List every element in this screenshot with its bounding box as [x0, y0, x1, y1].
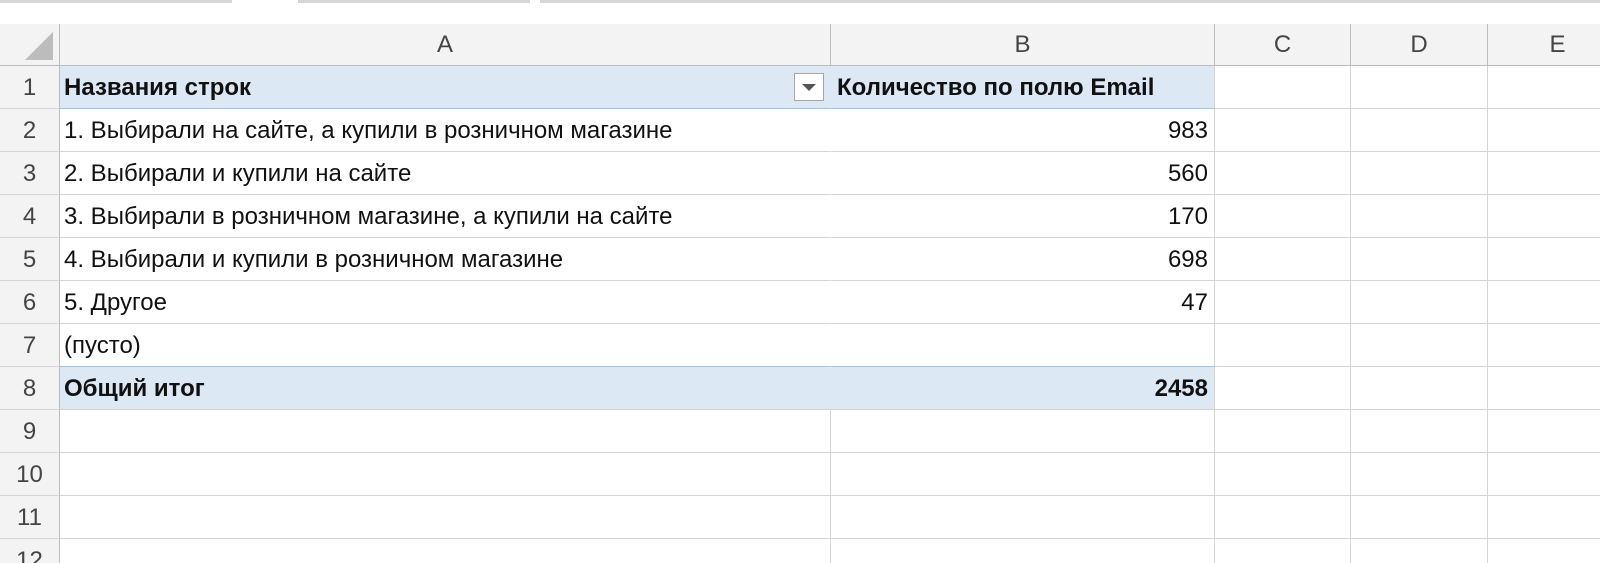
cell-d7[interactable]: [1351, 324, 1488, 367]
cell-a9[interactable]: [60, 410, 831, 453]
cell-c11[interactable]: [1215, 496, 1351, 539]
cell-d10[interactable]: [1351, 453, 1488, 496]
pivot-item-value[interactable]: 47: [831, 281, 1215, 324]
column-header-c[interactable]: C: [1215, 24, 1351, 65]
cell-c1[interactable]: [1215, 66, 1351, 109]
select-all-icon: [25, 32, 53, 60]
column-header-b[interactable]: B: [831, 24, 1215, 65]
pivot-item-label[interactable]: 3. Выбирали в розничном магазине, а купи…: [60, 195, 831, 238]
cell-b9[interactable]: [831, 410, 1215, 453]
row-header-3[interactable]: 3: [0, 152, 60, 195]
row-header-5[interactable]: 5: [0, 238, 60, 281]
cell-a11[interactable]: [60, 496, 831, 539]
pivot-item-label[interactable]: 4. Выбирали и купили в розничном магазин…: [60, 238, 831, 281]
pivot-header-value-cell[interactable]: Количество по полю Email: [831, 66, 1215, 109]
cell-e12[interactable]: [1488, 539, 1600, 563]
cell-b12[interactable]: [831, 539, 1215, 563]
select-all-corner[interactable]: [0, 24, 60, 65]
cell-c10[interactable]: [1215, 453, 1351, 496]
pivot-header-label: Названия строк: [64, 74, 252, 101]
cell-b10[interactable]: [831, 453, 1215, 496]
cell-b11[interactable]: [831, 496, 1215, 539]
dropdown-arrow-icon: [802, 84, 816, 91]
cell-c7[interactable]: [1215, 324, 1351, 367]
row-header-4[interactable]: 4: [0, 195, 60, 238]
cell-d4[interactable]: [1351, 195, 1488, 238]
row-header-6[interactable]: 6: [0, 281, 60, 324]
cell-d5[interactable]: [1351, 238, 1488, 281]
column-header-e[interactable]: E: [1488, 24, 1600, 65]
pivot-item-value[interactable]: 560: [831, 152, 1215, 195]
cell-e11[interactable]: [1488, 496, 1600, 539]
cell-c2[interactable]: [1215, 109, 1351, 152]
pivot-item-label[interactable]: 2. Выбирали и купили на сайте: [60, 152, 831, 195]
cell-e8[interactable]: [1488, 367, 1600, 410]
pivot-item-label[interactable]: (пусто): [60, 324, 831, 367]
pivot-item-value[interactable]: 698: [831, 238, 1215, 281]
cell-e6[interactable]: [1488, 281, 1600, 324]
cell-d2[interactable]: [1351, 109, 1488, 152]
row-header-2[interactable]: 2: [0, 109, 60, 152]
cell-a10[interactable]: [60, 453, 831, 496]
row-header-1[interactable]: 1: [0, 66, 60, 109]
pivot-item-value[interactable]: [831, 324, 1215, 367]
pivot-total-label[interactable]: Общий итог: [60, 367, 831, 410]
cell-c6[interactable]: [1215, 281, 1351, 324]
cell-c8[interactable]: [1215, 367, 1351, 410]
column-header-row: A B C D E: [0, 24, 1600, 66]
cell-e7[interactable]: [1488, 324, 1600, 367]
cell-e4[interactable]: [1488, 195, 1600, 238]
cell-e9[interactable]: [1488, 410, 1600, 453]
sheet-tab-left[interactable]: [0, 0, 232, 3]
column-header-a[interactable]: A: [60, 24, 831, 65]
cell-c5[interactable]: [1215, 238, 1351, 281]
pivot-total-value[interactable]: 2458: [831, 367, 1215, 410]
sheet-tab-right[interactable]: [540, 0, 1600, 3]
column-header-d[interactable]: D: [1351, 24, 1488, 65]
pivot-item-label[interactable]: 5. Другое: [60, 281, 831, 324]
spreadsheet: A B C D E 1 2 3 4 5 6 7 8 9 10 11 12 Наз…: [0, 0, 1600, 563]
pivot-header-label-cell[interactable]: Названия строк: [60, 66, 831, 109]
cell-e3[interactable]: [1488, 152, 1600, 195]
cell-a12[interactable]: [60, 539, 831, 563]
pivot-item-label[interactable]: 1. Выбирали на сайте, а купили в розничн…: [60, 109, 831, 152]
cell-d11[interactable]: [1351, 496, 1488, 539]
cell-c4[interactable]: [1215, 195, 1351, 238]
row-header-12[interactable]: 12: [0, 539, 60, 563]
cell-d3[interactable]: [1351, 152, 1488, 195]
cell-d1[interactable]: [1351, 66, 1488, 109]
row-header-10[interactable]: 10: [0, 453, 60, 496]
cell-e2[interactable]: [1488, 109, 1600, 152]
cell-e1[interactable]: [1488, 66, 1600, 109]
cell-c3[interactable]: [1215, 152, 1351, 195]
row-header-11[interactable]: 11: [0, 496, 60, 539]
cell-e10[interactable]: [1488, 453, 1600, 496]
row-header-8[interactable]: 8: [0, 367, 60, 410]
cell-c9[interactable]: [1215, 410, 1351, 453]
sheet-tab-middle[interactable]: [298, 0, 530, 3]
toolbar-strip: [0, 0, 1600, 24]
cell-c12[interactable]: [1215, 539, 1351, 563]
row-header-7[interactable]: 7: [0, 324, 60, 367]
cell-e5[interactable]: [1488, 238, 1600, 281]
pivot-item-value[interactable]: 170: [831, 195, 1215, 238]
cell-d6[interactable]: [1351, 281, 1488, 324]
row-header-9[interactable]: 9: [0, 410, 60, 453]
pivot-item-value[interactable]: 983: [831, 109, 1215, 152]
cell-d12[interactable]: [1351, 539, 1488, 563]
cell-d9[interactable]: [1351, 410, 1488, 453]
row-labels-filter-button[interactable]: [794, 73, 824, 101]
cell-d8[interactable]: [1351, 367, 1488, 410]
